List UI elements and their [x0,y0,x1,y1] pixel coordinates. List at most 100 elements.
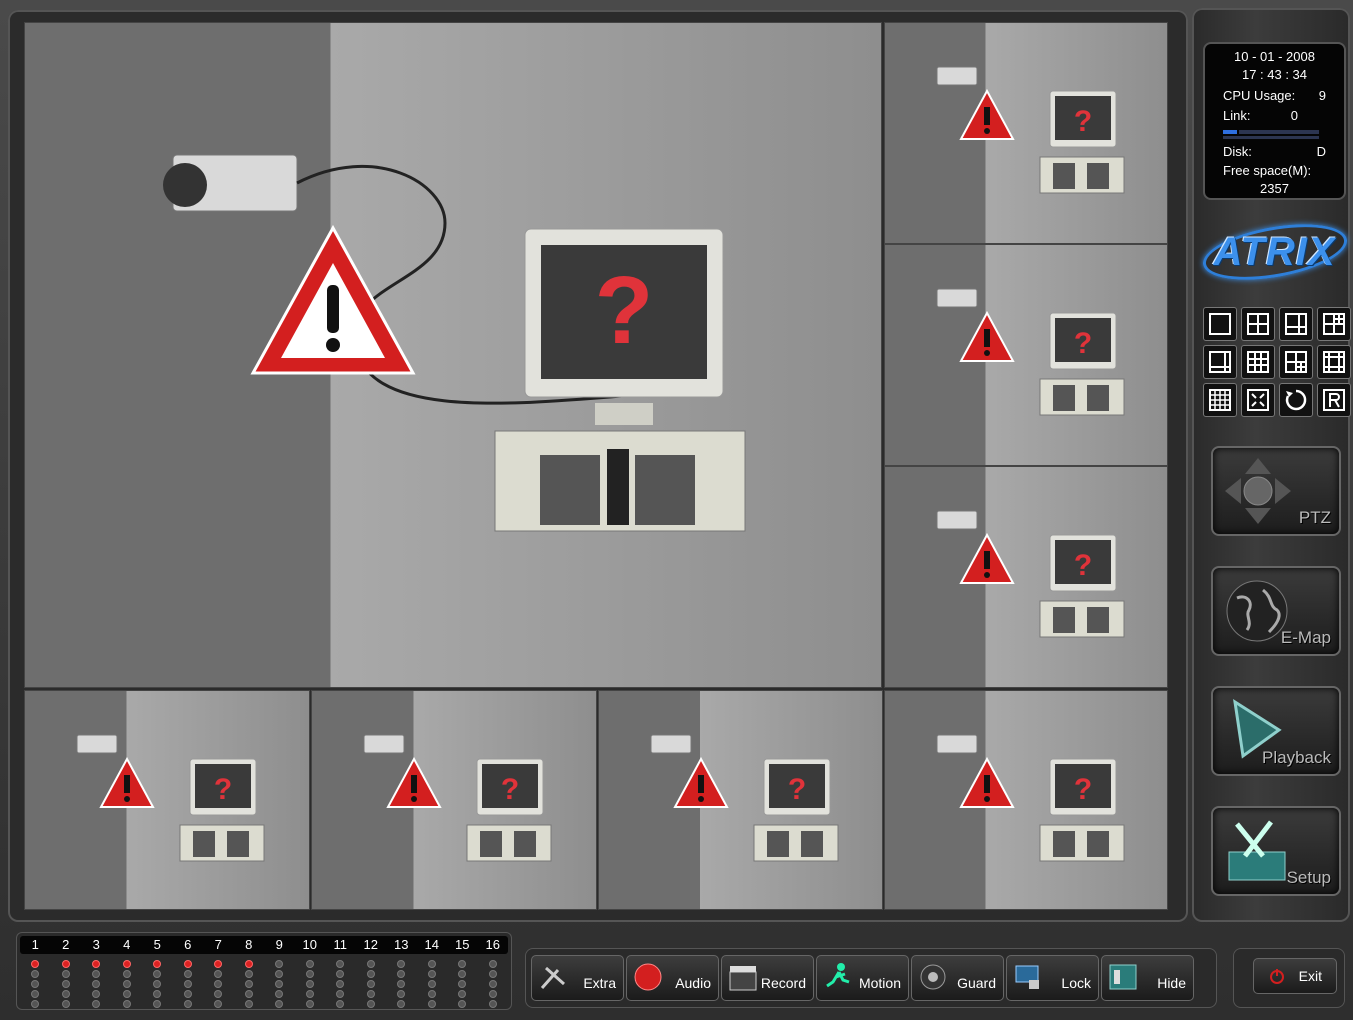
channel-led [488,980,497,988]
camera-view-large[interactable]: ? [24,22,882,688]
link-meter [1223,128,1326,139]
audio-button[interactable]: Audio [626,955,719,1001]
layout-ten-button[interactable] [1279,345,1313,379]
channel-number[interactable]: 5 [142,936,173,954]
layout-nine-button[interactable] [1241,345,1275,379]
layout-thirteen-button[interactable] [1317,345,1351,379]
ptz-button[interactable]: PTZ [1211,446,1341,536]
layout-single-button[interactable] [1203,307,1237,341]
channel-status-led [336,960,345,968]
hide-button[interactable]: Hide [1101,955,1194,1001]
channel-led [31,980,40,988]
extra-button[interactable]: Extra [531,955,624,1001]
channel-led [366,990,375,998]
channel-status-led [244,960,253,968]
camera-view-7[interactable]: ? [598,690,883,910]
channel-number[interactable]: 12 [356,936,387,954]
channel-number[interactable]: 6 [173,936,204,954]
guard-button[interactable]: Guard [911,955,1004,1001]
layout-six-button[interactable] [1279,307,1313,341]
channel-status-led [183,960,192,968]
channel-status-led [427,960,436,968]
channel-led [92,970,101,978]
camera-view-3[interactable]: ? [884,244,1168,466]
channel-led [61,980,70,988]
audio-label: Audio [675,975,711,991]
camera-view-5[interactable]: ? [24,690,310,910]
channel-status-led [61,960,70,968]
channel-indicator-bar: 1 2 3 4 5 6 7 8 9 10 11 12 13 14 15 16 [16,932,512,1010]
channel-number[interactable]: 9 [264,936,295,954]
sequence-button[interactable] [1279,383,1313,417]
playback-button[interactable]: Playback [1211,686,1341,776]
emap-button[interactable]: E-Map [1211,566,1341,656]
channel-led [305,980,314,988]
channel-number[interactable]: 14 [417,936,448,954]
no-signal-graphic: ? [650,734,839,862]
record-button[interactable]: Record [721,955,814,1001]
channel-status-led [275,960,284,968]
camera-view-4[interactable]: ? [884,466,1168,688]
channel-status-led [397,960,406,968]
channel-number[interactable]: 7 [203,936,234,954]
channel-led [183,990,192,998]
channel-number[interactable]: 3 [81,936,112,954]
tools-icon [1228,820,1286,881]
camera-view-6[interactable]: ? [311,690,597,910]
channel-led [122,970,131,978]
channel-number[interactable]: 10 [295,936,326,954]
link-count: Link: 0 [1223,108,1298,123]
restore-button[interactable] [1317,383,1351,417]
channel-number[interactable]: 11 [325,936,356,954]
motion-button[interactable]: Motion [816,955,909,1001]
audio-record-icon [634,963,662,991]
lock-icon [1015,965,1039,989]
layout-seven-button[interactable] [1317,307,1351,341]
channel-led [458,970,467,978]
channel-status-led [214,960,223,968]
channel-led-column [447,960,478,1008]
link-value: 0 [1290,108,1298,123]
channel-led [488,970,497,978]
channel-number[interactable]: 4 [112,936,143,954]
playback-label: Playback [1262,748,1331,767]
layout-quad-button[interactable] [1241,307,1275,341]
channel-led [31,990,40,998]
ptz-directional-icon [1225,458,1291,524]
channel-led [366,1000,375,1008]
channel-led-column [20,960,51,1008]
camera-view-8[interactable]: ? [884,690,1168,910]
channel-leds [20,960,508,1008]
channel-led [61,1000,70,1008]
layout-sixteen-button[interactable] [1203,383,1237,417]
channel-led-column [264,960,295,1008]
layout-eight-button[interactable] [1203,345,1237,379]
lock-button[interactable]: Lock [1006,955,1099,1001]
channel-number[interactable]: 2 [51,936,82,954]
channel-led [305,970,314,978]
channel-number[interactable]: 16 [478,936,509,954]
fullscreen-button[interactable] [1241,383,1275,417]
channel-led [397,970,406,978]
channel-number[interactable]: 1 [20,936,51,954]
channel-led [275,970,284,978]
channel-status-led [31,960,40,968]
channel-led [336,980,345,988]
channel-led [458,1000,467,1008]
nine-view-icon [1247,351,1269,373]
camera-view-2[interactable]: ? [884,22,1168,244]
svg-text:?: ? [214,773,232,806]
guard-label: Guard [957,975,996,991]
exit-button[interactable]: Exit [1253,958,1337,994]
channel-led-column [203,960,234,1008]
channel-number[interactable]: 15 [447,936,478,954]
channel-led [244,990,253,998]
restore-icon [1323,389,1345,411]
no-signal-graphic: ? [936,288,1125,416]
channel-number[interactable]: 8 [234,936,265,954]
single-view-icon [1209,313,1231,335]
extra-tools-icon [540,966,565,989]
channel-led [458,980,467,988]
setup-button[interactable]: Setup [1211,806,1341,896]
channel-number[interactable]: 13 [386,936,417,954]
